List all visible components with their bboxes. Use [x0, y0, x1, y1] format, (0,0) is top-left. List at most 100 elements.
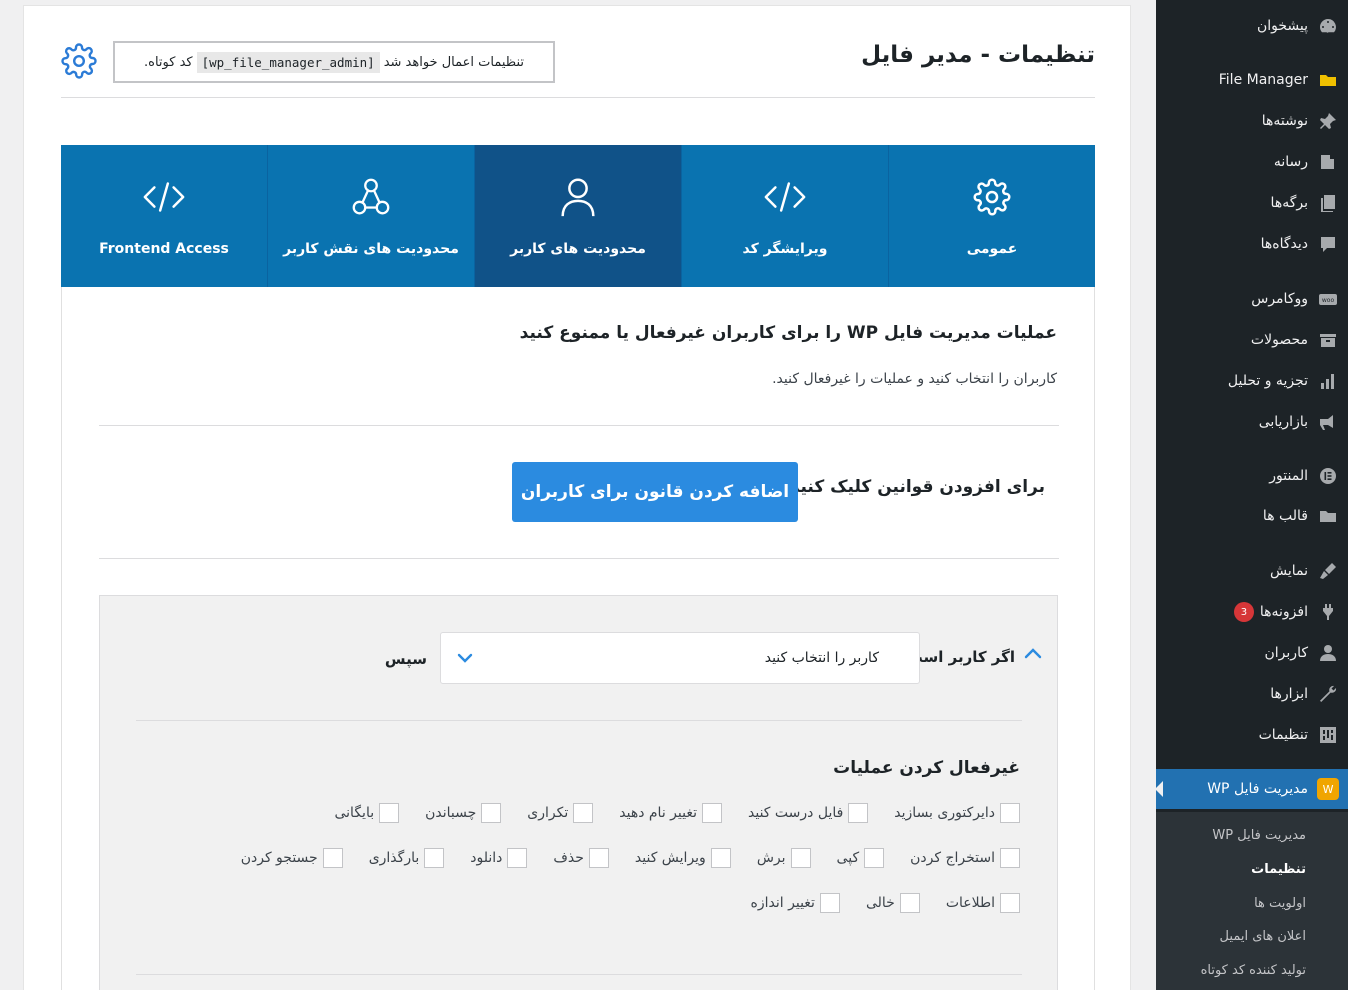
gear-icon[interactable]: [61, 43, 97, 79]
sidebar-item-label: برگه‌ها: [1270, 195, 1308, 211]
checkbox-resize[interactable]: تغییر اندازه: [751, 893, 840, 913]
sidebar-item-dashboard[interactable]: پیشخوان: [1156, 6, 1348, 46]
checkbox-box[interactable]: [588, 848, 609, 868]
sidebar-item-label: دیدگاه‌ها: [1260, 236, 1308, 252]
page-title: تنظیمات - مدیر فایل: [861, 42, 1095, 68]
checkbox-box[interactable]: [322, 848, 343, 868]
sidebar-item-templates[interactable]: قالب ها: [1156, 496, 1348, 536]
chevron-down-icon: [457, 653, 473, 663]
sidebar-item-analytics[interactable]: تجزیه و تحلیل: [1156, 361, 1348, 401]
checkbox-delete[interactable]: حذف: [553, 848, 609, 868]
submenu-item-file-manager[interactable]: مدیریت فایل WP: [1156, 820, 1348, 850]
tab-frontend-access[interactable]: Frontend Access: [61, 145, 268, 287]
checkbox-box[interactable]: [819, 893, 840, 913]
tab-code-editor[interactable]: ویرایشگر کد: [682, 145, 889, 287]
checkbox-label: جستجو کردن: [240, 850, 318, 866]
checkbox-box[interactable]: [1000, 893, 1020, 913]
sidebar-item-label: File Manager: [1218, 72, 1308, 88]
settings-icon: [1316, 723, 1340, 747]
templates-icon: [1316, 504, 1340, 528]
checkbox-label: چسباندن: [425, 805, 477, 821]
checkbox-box[interactable]: [507, 848, 528, 868]
shortcode-code[interactable]: [wp_file_manager_admin]: [196, 51, 380, 73]
sidebar-item-label: کاربران: [1264, 645, 1308, 661]
sidebar-item-users[interactable]: کاربران: [1156, 633, 1348, 673]
submenu-item-shortcode-generator[interactable]: تولید کننده کد کوتاه: [1156, 955, 1348, 985]
checkbox-duplicate[interactable]: تکراری: [527, 803, 594, 823]
checkbox-info[interactable]: اطلاعات: [946, 893, 1020, 913]
tab-label: محدودیت های نقش کاربر: [283, 241, 459, 257]
sidebar-item-settings[interactable]: تنظیمات: [1156, 715, 1348, 755]
rule-box: اگر کاربر است کاربر را انتخاب کنید سپس غ…: [99, 595, 1058, 990]
checkbox-box[interactable]: [424, 848, 445, 868]
shortcode-notice: تنظیمات اعمال خواهد شد [wp_file_manager_…: [113, 41, 555, 83]
operations-row-1: دایرکتوری بسازید فایل درست کنید تغییر نا…: [308, 803, 1020, 823]
sidebar-item-posts[interactable]: نوشته‌ها: [1156, 101, 1348, 141]
checkbox-rename[interactable]: تغییر نام دهید: [619, 803, 722, 823]
if-user-label: اگر کاربر است: [907, 648, 1015, 666]
checkbox-label: اطلاعات: [945, 895, 995, 911]
users-icon: [1316, 641, 1340, 665]
checkbox-search[interactable]: جستجو کردن: [241, 848, 343, 868]
checkbox-box[interactable]: [864, 848, 885, 868]
tools-icon: [1316, 682, 1340, 706]
checkbox-paste[interactable]: چسباندن: [425, 803, 502, 823]
checkbox-box[interactable]: [1000, 848, 1020, 868]
sidebar-item-plugins[interactable]: افزونه‌ها 3: [1156, 592, 1348, 632]
admin-sidebar: پیشخوان File Manager نوشته‌ها رسانه برگه…: [1155, 0, 1348, 990]
user-select[interactable]: کاربر را انتخاب کنید: [440, 632, 920, 684]
checkbox-box[interactable]: [481, 803, 502, 823]
add-rule-button[interactable]: اضافه کردن قانون برای کاربران: [512, 462, 798, 522]
checkbox-upload[interactable]: بارگذاری: [369, 848, 445, 868]
chevron-up-icon[interactable]: [1024, 646, 1042, 660]
sidebar-item-label: پیشخوان: [1256, 18, 1308, 34]
tab-user-role-restrictions[interactable]: محدودیت های نقش کاربر: [268, 145, 475, 287]
checkbox-label: بارگذاری: [368, 850, 420, 866]
submenu-item-preferences[interactable]: اولویت ها: [1156, 888, 1348, 918]
checkbox-box[interactable]: [1000, 803, 1020, 823]
checkbox-mkdir[interactable]: دایرکتوری بسازید: [894, 803, 1020, 823]
sidebar-item-tools[interactable]: ابزارها: [1156, 674, 1348, 714]
checkbox-archive[interactable]: بایگانی: [334, 803, 400, 823]
checkbox-label: تغییر اندازه: [750, 895, 815, 911]
divider: [99, 558, 1059, 559]
checkbox-box[interactable]: [702, 803, 722, 823]
checkbox-edit[interactable]: ویرایش کنید: [635, 848, 731, 868]
checkbox-empty[interactable]: خالی: [866, 893, 920, 913]
sidebar-item-pages[interactable]: برگه‌ها: [1156, 183, 1348, 223]
sidebar-item-appearance[interactable]: نمایش: [1156, 551, 1348, 591]
checkbox-copy[interactable]: کپی: [837, 848, 885, 868]
sidebar-item-woocommerce[interactable]: woo ووکامرس: [1156, 279, 1348, 319]
sidebar-item-wp-file-manager[interactable]: W مدیریت فایل WP: [1155, 769, 1348, 809]
checkbox-label: تغییر نام دهید: [619, 805, 697, 821]
divider: [136, 720, 1022, 721]
sidebar-item-marketing[interactable]: بازاریابی: [1156, 402, 1348, 442]
checkbox-box[interactable]: [790, 848, 811, 868]
submenu-item-settings[interactable]: تنظیمات: [1156, 854, 1348, 884]
pin-icon: [1316, 109, 1340, 133]
sidebar-item-label: ابزارها: [1270, 686, 1308, 702]
sidebar-item-comments[interactable]: دیدگاه‌ها: [1156, 224, 1348, 264]
checkbox-download[interactable]: دانلود: [470, 848, 528, 868]
checkbox-box[interactable]: [899, 893, 920, 913]
checkbox-box[interactable]: [573, 803, 594, 823]
tab-user-restrictions[interactable]: محدودیت های کاربر: [475, 145, 682, 287]
checkbox-cut[interactable]: برش: [757, 848, 811, 868]
checkbox-mkfile[interactable]: فایل درست کنید: [748, 803, 869, 823]
sidebar-item-elementor[interactable]: المنتور: [1156, 456, 1348, 496]
checkbox-label: دایرکتوری بسازید: [894, 805, 995, 821]
sidebar-item-label: قالب ها: [1262, 508, 1308, 524]
sidebar-item-file-manager[interactable]: File Manager: [1156, 60, 1348, 100]
checkbox-box[interactable]: [710, 848, 731, 868]
submenu-item-email-notifications[interactable]: اعلان های ایمیل: [1156, 921, 1348, 951]
checkbox-label: حذف: [553, 850, 584, 866]
sidebar-item-products[interactable]: محصولات: [1156, 320, 1348, 360]
shortcode-text-before: تنظیمات اعمال خواهد شد: [383, 54, 524, 70]
tab-general[interactable]: عمومی: [889, 145, 1095, 287]
checkbox-box[interactable]: [379, 803, 400, 823]
sidebar-item-media[interactable]: رسانه: [1156, 142, 1348, 182]
sidebar-item-label: تنظیمات: [1258, 727, 1308, 743]
checkbox-box[interactable]: [848, 803, 869, 823]
checkbox-extract[interactable]: استخراج کردن: [910, 848, 1020, 868]
section-description: کاربران را انتخاب کنید و عملیات را غیرفع…: [772, 371, 1057, 387]
